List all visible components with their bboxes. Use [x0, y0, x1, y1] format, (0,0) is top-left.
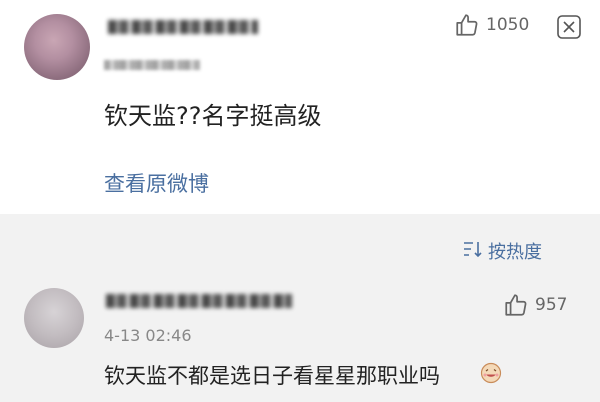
thumbs-up-icon [454, 12, 480, 38]
comment-time: 4-13 02:46 [104, 326, 192, 345]
sort-icon [462, 239, 488, 264]
avatar[interactable] [24, 14, 90, 80]
like-button[interactable]: 1050 [454, 12, 529, 38]
view-original-link[interactable]: 查看原微博 [104, 168, 209, 198]
avatar[interactable] [24, 288, 84, 348]
thumbs-up-icon [503, 292, 529, 318]
timestamp-blurred [104, 60, 200, 70]
close-icon[interactable] [556, 14, 582, 40]
comment-text: 钦天监??名字挺高级 [104, 102, 322, 130]
laughing-emoji-icon [480, 362, 502, 384]
username-blurred[interactable] [106, 294, 292, 308]
sort-by-hot-button[interactable]: 按热度 [462, 238, 542, 264]
username-blurred[interactable] [108, 20, 258, 34]
comment-text: 钦天监不都是选日子看星星那职业吗 [104, 364, 440, 388]
sort-label: 按热度 [488, 242, 542, 263]
like-count: 957 [535, 295, 568, 315]
like-count: 1050 [486, 15, 530, 35]
like-button[interactable]: 957 [503, 292, 567, 318]
